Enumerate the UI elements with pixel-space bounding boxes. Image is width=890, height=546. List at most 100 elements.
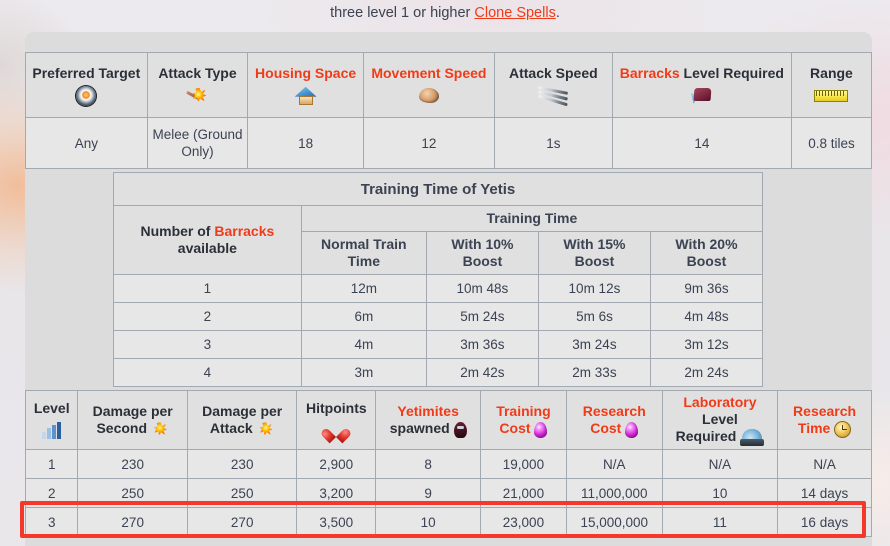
header-research-cost-text[interactable]: Cost xyxy=(590,420,621,436)
header-hitpoints-label: Hitpoints xyxy=(305,399,367,416)
header-damage-per-second: Damage per Second xyxy=(77,389,188,451)
cell-boost-20: 2m 24s xyxy=(649,358,764,387)
header-level: Level xyxy=(24,389,79,451)
heart-icon xyxy=(301,419,371,441)
elixir-icon xyxy=(534,420,548,438)
header-lab-rest: Level xyxy=(702,411,738,427)
cell-boost-15: 2m 33s xyxy=(537,358,651,387)
header-dpa-line1: Damage per xyxy=(202,402,283,419)
intro-text-prefix: three level 1 or higher xyxy=(330,5,475,21)
header-movement-speed: Movement Speed xyxy=(362,52,495,118)
laboratory-icon xyxy=(740,428,765,447)
training-time-table: Training Time of Yetis Number of Barrack… xyxy=(113,172,764,387)
header-movement-speed-label[interactable]: Movement Speed xyxy=(370,65,488,82)
header-yetimites-label[interactable]: Yetimites xyxy=(380,403,476,420)
training-table-caption: Training Time of Yetis xyxy=(113,172,763,206)
header-attack-type-label: Attack Type xyxy=(158,64,237,81)
yetimite-icon xyxy=(453,420,467,438)
house-icon xyxy=(254,84,357,106)
table-row: 4 3m 2m 42s 2m 33s 2m 24s xyxy=(113,358,764,387)
value-movement-speed: 12 xyxy=(362,117,495,169)
header-range-label: Range xyxy=(810,64,853,81)
cell-boost-20: 3m 12s xyxy=(649,330,764,359)
value-attack-type: Melee (Ground Only) xyxy=(146,117,249,169)
cell-barracks-count: 1 xyxy=(113,274,302,303)
attack-burst-icon xyxy=(154,84,242,106)
clone-spells-link[interactable]: Clone Spells xyxy=(474,5,555,21)
header-training-cost-text[interactable]: Cost xyxy=(499,420,530,436)
header-research-cost-line1[interactable]: Research xyxy=(571,403,658,420)
header-attack-speed: Attack Speed xyxy=(493,52,613,118)
content-panel: Preferred Target Attack Type Housing Spa… xyxy=(24,32,873,546)
training-header-row-1: Number of Barracks available Training Ti… xyxy=(113,205,764,275)
cell-boost-15: 10m 12s xyxy=(537,274,651,303)
cell-dpa: 250 xyxy=(186,478,298,509)
value-range: 0.8 tiles xyxy=(790,117,873,169)
cell-normal-time: 4m xyxy=(300,330,427,359)
cell-dps: 230 xyxy=(77,449,188,480)
header-research-time: Research Time xyxy=(777,389,872,451)
header-dpa-line2-text: Attack xyxy=(209,419,253,436)
cell-normal-time: 6m xyxy=(300,302,427,331)
header-training-cost-line1[interactable]: Training xyxy=(485,403,562,420)
table-row: 1 230 230 2,900 8 19,000 N/A N/A N/A xyxy=(24,449,872,480)
cell-level: 1 xyxy=(24,449,79,480)
header-yetimites-line2: spawned xyxy=(380,420,476,438)
header-barracks-orange[interactable]: Barracks xyxy=(620,65,680,81)
header-lab-required-text: Required xyxy=(675,428,737,444)
header-barracks-link[interactable]: Barracks xyxy=(214,223,274,239)
header-lab-line1: Laboratory Level xyxy=(667,394,773,428)
header-barracks-rest: Level Required xyxy=(683,64,784,81)
header-available: available xyxy=(177,240,237,256)
cell-level: 3 xyxy=(24,507,79,538)
header-research-time-line1[interactable]: Research xyxy=(782,403,867,420)
cell-training-cost: 23,000 xyxy=(480,507,567,538)
cell-dpa: 230 xyxy=(186,449,298,480)
header-research-cost: Research Cost xyxy=(565,389,663,451)
table-row: 2 6m 5m 24s 5m 6s 4m 48s xyxy=(113,302,764,331)
table-row-highlighted: 3 270 270 3,500 10 23,000 15,000,000 11 … xyxy=(24,507,872,538)
cell-research-cost: 15,000,000 xyxy=(565,507,663,538)
header-dps-line2: Second xyxy=(82,420,183,438)
header-barracks-available: Number of Barracks available xyxy=(113,205,302,275)
header-lab-orange[interactable]: Laboratory xyxy=(683,394,756,410)
cell-research-time: N/A xyxy=(777,449,872,480)
level-stats-table: Level Damage per Second Damage per Attac… xyxy=(24,389,872,538)
table-row: 2 250 250 3,200 9 21,000 11,000,000 10 1… xyxy=(24,478,872,509)
cell-training-cost: 19,000 xyxy=(480,449,567,480)
header-range: Range xyxy=(790,52,873,118)
header-hitpoints: Hitpoints xyxy=(296,389,377,451)
cell-barracks-count: 2 xyxy=(113,302,302,331)
cell-normal-time: 3m xyxy=(300,358,427,387)
cell-dps: 250 xyxy=(77,478,188,509)
header-research-cost-line2: Cost xyxy=(571,420,658,438)
clock-icon xyxy=(834,420,852,438)
header-research-time-text[interactable]: Time xyxy=(798,420,830,436)
cell-hitpoints: 3,200 xyxy=(296,478,377,509)
header-number-of: Number of xyxy=(140,223,215,239)
header-training-time-group: Training Time xyxy=(300,205,764,232)
cell-barracks-count: 4 xyxy=(113,358,302,387)
header-boost-10: With 10% Boost xyxy=(425,231,539,275)
table-row: Any Melee (Ground Only) 18 12 1s 14 0.8 … xyxy=(25,117,873,169)
header-normal-train-time: Normal Train Time xyxy=(300,231,427,275)
cell-boost-15: 5m 6s xyxy=(537,302,651,331)
header-training-cost: Training Cost xyxy=(480,389,567,451)
header-housing-space-label[interactable]: Housing Space xyxy=(254,65,357,82)
ruler-icon xyxy=(798,84,865,106)
header-research-time-line2: Time xyxy=(782,420,867,438)
header-dps-line2-text: Second xyxy=(96,419,148,436)
header-boost-15: With 15% Boost xyxy=(537,231,651,275)
target-icon xyxy=(32,84,141,106)
cell-research-time: 14 days xyxy=(777,478,872,509)
cell-yetimites: 10 xyxy=(375,507,482,538)
cell-boost-20: 9m 36s xyxy=(649,274,764,303)
cell-hitpoints: 2,900 xyxy=(296,449,377,480)
header-laboratory-level-required: Laboratory Level Required xyxy=(661,389,779,451)
cell-yetimites: 9 xyxy=(375,478,482,509)
header-training-cost-line2: Cost xyxy=(485,420,562,438)
bar-chart-icon xyxy=(30,419,73,441)
header-preferred-target-label: Preferred Target xyxy=(32,64,141,81)
fist-icon xyxy=(370,84,488,106)
cell-barracks-count: 3 xyxy=(113,330,302,359)
